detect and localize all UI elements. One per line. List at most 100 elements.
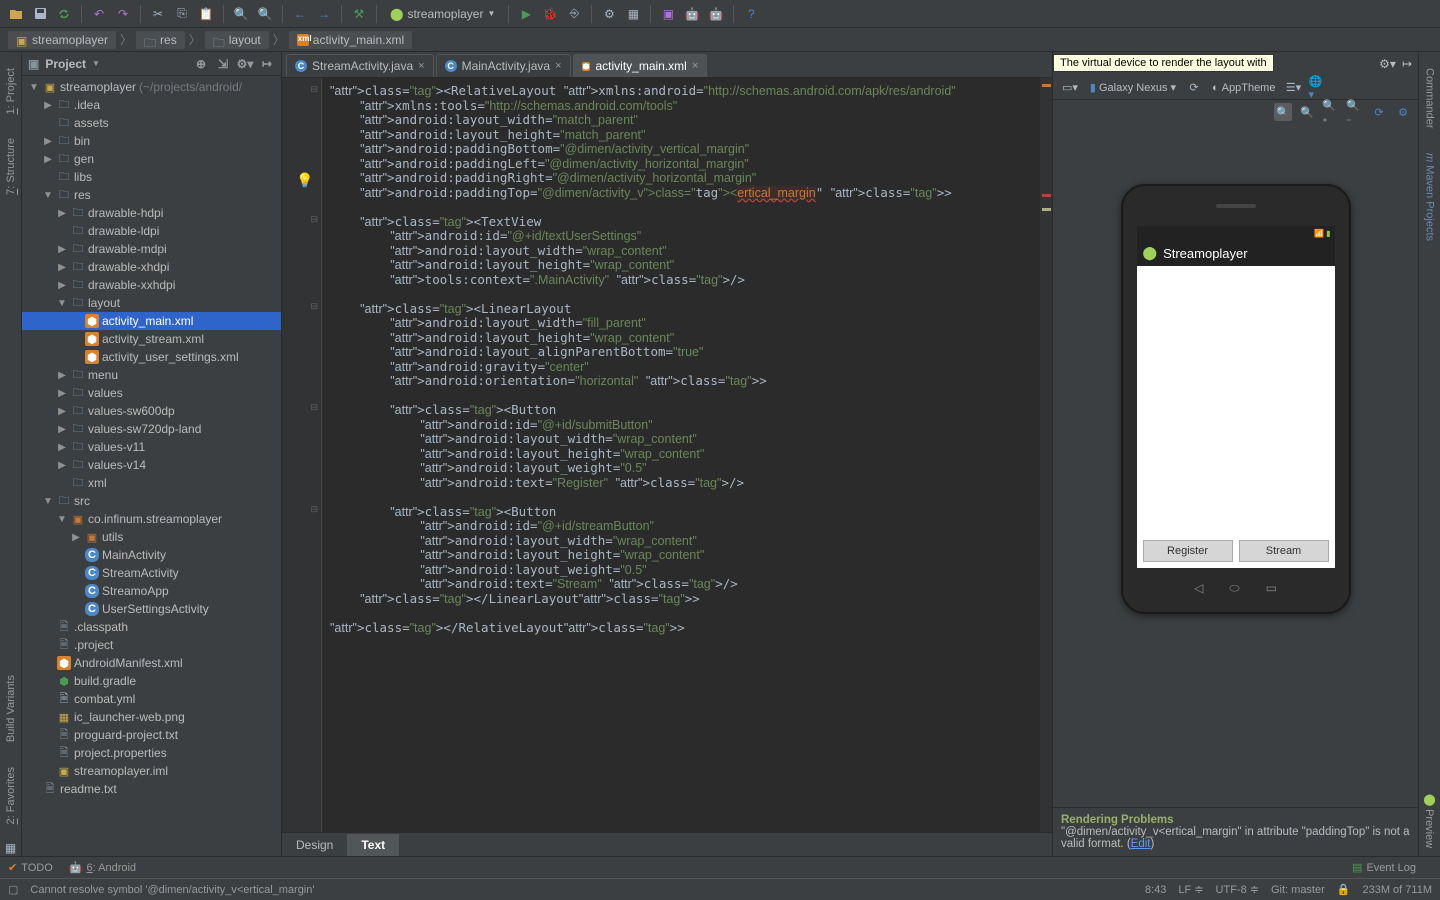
zoom-out-icon[interactable]: 🔍₋ xyxy=(1346,103,1364,121)
debug-icon[interactable]: 🐞 xyxy=(540,4,560,24)
sdk-icon[interactable]: ▦ xyxy=(623,4,643,24)
tree-row[interactable]: ▶🗀drawable-hdpi xyxy=(22,204,281,222)
hide-icon[interactable]: ↦ xyxy=(259,56,275,72)
fold-icon[interactable]: ⊟ xyxy=(310,84,318,95)
avd-icon[interactable]: ⚙ xyxy=(599,4,619,24)
side-tab-preview[interactable]: ⬤ Preview xyxy=(1421,785,1438,856)
project-tree[interactable]: ▼▣streamoplayer (~/projects/android/▶🗀.i… xyxy=(22,76,281,856)
tree-row[interactable]: ▼🗀res xyxy=(22,186,281,204)
tree-row[interactable]: ▶🗀drawable-xhdpi xyxy=(22,258,281,276)
tree-row[interactable]: 🗎.classpath xyxy=(22,618,281,636)
tree-row[interactable]: ▼🗀layout xyxy=(22,294,281,312)
refresh-icon[interactable]: ⟳ xyxy=(1370,103,1388,121)
side-tab-project[interactable]: 1: Project xyxy=(3,60,19,122)
tree-row[interactable]: 🗀assets xyxy=(22,114,281,132)
collapse-icon[interactable]: ⇲ xyxy=(215,56,231,72)
gear-icon[interactable]: ⚙▾ xyxy=(1379,57,1396,71)
tree-row[interactable]: ▶🗀values xyxy=(22,384,281,402)
replace-icon[interactable]: 🔍 xyxy=(255,4,275,24)
tab-mainactivity[interactable]: CMainActivity.java× xyxy=(436,54,571,77)
fold-icon[interactable]: ⊟ xyxy=(310,504,318,515)
api-selector[interactable]: ☰▾ xyxy=(1284,79,1302,97)
tree-row[interactable]: ⬢build.gradle xyxy=(22,672,281,690)
crumb-layout[interactable]: 🗀layout xyxy=(205,31,269,49)
crumb-res[interactable]: 🗀res xyxy=(136,31,185,49)
design-tab[interactable]: Design xyxy=(282,834,347,856)
line-separator[interactable]: LF ≑ xyxy=(1178,883,1203,896)
encoding[interactable]: UTF-8 ≑ xyxy=(1216,883,1259,896)
device-name[interactable]: ▮Galaxy Nexus▾ xyxy=(1087,80,1179,95)
tree-row[interactable]: CStreamoApp xyxy=(22,582,281,600)
run-config-selector[interactable]: ⬤ streamoplayer ▼ xyxy=(384,5,501,23)
tree-row[interactable]: CMainActivity xyxy=(22,546,281,564)
paste-icon[interactable]: 📋 xyxy=(196,4,216,24)
open-icon[interactable] xyxy=(6,4,26,24)
monitor-icon[interactable]: ▣ xyxy=(658,4,678,24)
forward-icon[interactable]: → xyxy=(314,4,334,24)
settings-icon[interactable]: ⚙ xyxy=(1394,103,1412,121)
tree-row[interactable]: CStreamActivity xyxy=(22,564,281,582)
lock-icon[interactable]: 🔒 xyxy=(1337,883,1351,896)
run-icon[interactable]: ▶ xyxy=(516,4,536,24)
attach-debug-icon[interactable]: ⎆ xyxy=(564,4,584,24)
close-icon[interactable]: × xyxy=(555,60,561,72)
android-icon[interactable]: 🤖 xyxy=(682,4,702,24)
tree-row[interactable]: ▶🗀drawable-xxhdpi xyxy=(22,276,281,294)
side-tab-maven[interactable]: m Maven Projects xyxy=(1422,145,1438,249)
tree-row[interactable]: ▶🗀.idea xyxy=(22,96,281,114)
android-tab[interactable]: 🤖6: Android xyxy=(69,861,136,874)
fold-icon[interactable]: ⊟ xyxy=(310,214,318,225)
tree-row[interactable]: ▶🗀bin xyxy=(22,132,281,150)
orientation-icon[interactable]: ⟳ xyxy=(1185,79,1203,97)
save-icon[interactable] xyxy=(30,4,50,24)
android-icon-2[interactable]: 🤖 xyxy=(706,4,726,24)
event-log-tab[interactable]: ▤Event Log xyxy=(1352,861,1416,874)
zoom-actual-icon[interactable]: 🔍 xyxy=(1298,103,1316,121)
zoom-fit-icon[interactable]: 🔍 xyxy=(1274,103,1292,121)
project-view-icon[interactable]: ▣ xyxy=(28,57,39,71)
crumb-file[interactable]: xmlactivity_main.xml xyxy=(289,31,412,49)
tree-row[interactable]: ▶🗀values-sw600dp xyxy=(22,402,281,420)
tree-row[interactable]: 🗎proguard-project.txt xyxy=(22,726,281,744)
cut-icon[interactable]: ✂ xyxy=(148,4,168,24)
tree-row[interactable]: ⬢AndroidManifest.xml xyxy=(22,654,281,672)
theme-selector[interactable]: ◐AppTheme xyxy=(1209,81,1278,95)
sync-icon[interactable] xyxy=(54,4,74,24)
tree-row[interactable]: ▼▣co.infinum.streamoplayer xyxy=(22,510,281,528)
tree-row[interactable]: ⬢activity_stream.xml xyxy=(22,330,281,348)
tree-row[interactable]: ▶🗀values-v11 xyxy=(22,438,281,456)
tree-row[interactable]: ▶🗀values-sw720dp-land xyxy=(22,420,281,438)
scroll-to-icon[interactable]: ⊕ xyxy=(193,56,209,72)
tree-row[interactable]: ▶🗀drawable-mdpi xyxy=(22,240,281,258)
editor-gutter[interactable]: 💡 ⊟ ⊟ ⊟ ⊟ ⊟ xyxy=(282,78,322,832)
close-icon[interactable]: × xyxy=(418,60,424,72)
side-tab-commander[interactable]: Commander xyxy=(1422,60,1438,137)
back-icon[interactable]: ← xyxy=(290,4,310,24)
side-tab-structure[interactable]: 7: Structure xyxy=(3,130,19,203)
memory-indicator[interactable]: 233M of 711M xyxy=(1362,884,1432,896)
hide-icon[interactable]: ↦ xyxy=(1402,57,1412,71)
tree-row[interactable]: ▼🗀src xyxy=(22,492,281,510)
tab-activity-main[interactable]: ⬢activity_main.xml× xyxy=(573,54,708,77)
tree-row[interactable]: CUserSettingsActivity xyxy=(22,600,281,618)
undo-icon[interactable]: ↶ xyxy=(89,4,109,24)
side-tab-build-variants[interactable]: Build Variants xyxy=(3,667,19,750)
tree-row[interactable]: ▶🗀menu xyxy=(22,366,281,384)
hide-tool-windows-icon[interactable]: ▢ xyxy=(8,883,18,896)
edit-link[interactable]: Edit xyxy=(1131,838,1151,850)
fold-icon[interactable]: ⊟ xyxy=(310,301,318,312)
redo-icon[interactable]: ↷ xyxy=(113,4,133,24)
tree-row[interactable]: 🗎.project xyxy=(22,636,281,654)
tree-row[interactable]: ▶🗀values-v14 xyxy=(22,456,281,474)
git-branch[interactable]: Git: master xyxy=(1271,884,1325,896)
marker-bar[interactable] xyxy=(1040,78,1052,832)
side-tab-favorites[interactable]: 2: Favorites xyxy=(3,759,19,832)
tree-row[interactable]: 🗎combat.yml xyxy=(22,690,281,708)
tree-row[interactable]: 🗀libs xyxy=(22,168,281,186)
tree-row[interactable]: ▣streamoplayer.iml xyxy=(22,762,281,780)
text-tab[interactable]: Text xyxy=(347,834,399,856)
tree-row[interactable]: 🗎project.properties xyxy=(22,744,281,762)
todo-tab[interactable]: ✔TODO xyxy=(8,861,53,874)
tree-row[interactable]: 🗀xml xyxy=(22,474,281,492)
help-icon[interactable]: ? xyxy=(741,4,761,24)
